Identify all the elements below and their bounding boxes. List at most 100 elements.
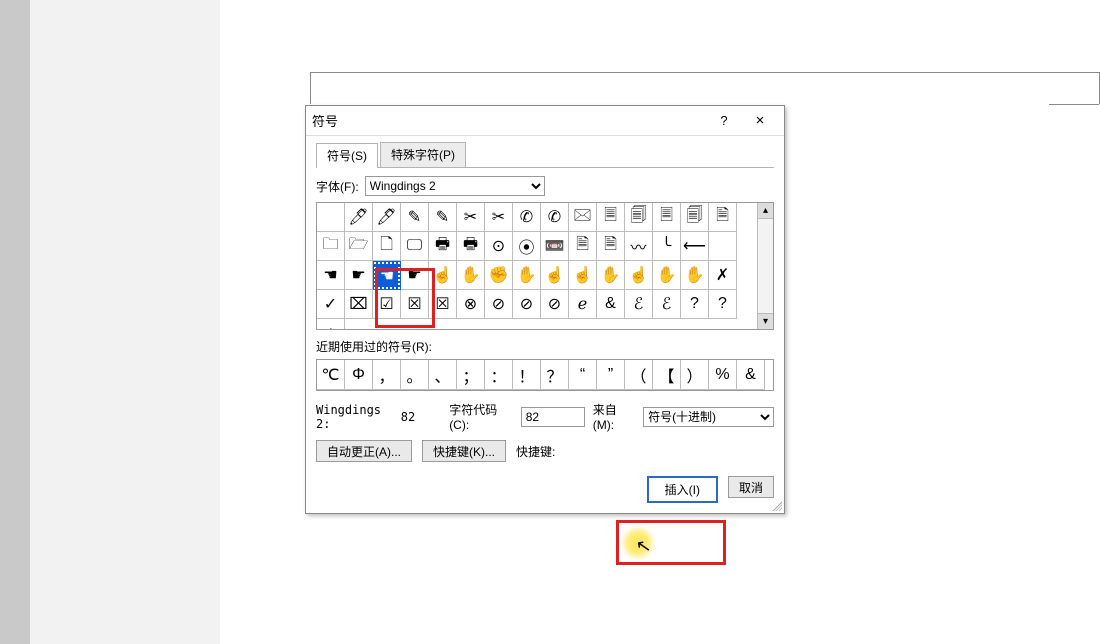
char-code-label: 字符代码(C):: [449, 401, 513, 432]
symbol-cell[interactable]: 🗏: [597, 203, 625, 232]
symbol-cell[interactable]: ⌧: [345, 290, 373, 319]
symbol-cell[interactable]: ☛: [401, 261, 429, 290]
symbol-cell[interactable]: ✗: [709, 261, 737, 290]
symbol-cell[interactable]: 🖊: [373, 203, 401, 232]
symbol-cell[interactable]: ☝: [625, 261, 653, 290]
symbol-cell[interactable]: ☛: [345, 261, 373, 290]
symbol-cell[interactable]: 🗀: [317, 232, 345, 261]
tab-special-chars[interactable]: 特殊字符(P): [380, 142, 466, 167]
scroll-track[interactable]: [758, 219, 773, 313]
recent-symbol-cell[interactable]: %: [709, 360, 737, 390]
symbol-cell[interactable]: ?: [709, 290, 737, 319]
symbol-cell[interactable]: [317, 203, 345, 232]
recent-symbol-cell[interactable]: 。: [401, 360, 429, 390]
recent-symbol-cell[interactable]: ℃: [317, 360, 345, 390]
symbol-cell[interactable]: ✋: [681, 261, 709, 290]
close-button[interactable]: ×: [742, 112, 778, 129]
symbol-cell[interactable]: ⊗: [457, 290, 485, 319]
symbol-cell[interactable]: 🖵: [401, 232, 429, 261]
symbol-cell[interactable]: 🗋: [373, 232, 401, 261]
symbol-cell[interactable]: ☝: [541, 261, 569, 290]
symbol-cell[interactable]: ☒: [401, 290, 429, 319]
symbol-cell[interactable]: ⊘: [485, 290, 513, 319]
symbol-cell[interactable]: ✋: [653, 261, 681, 290]
recent-symbol-cell[interactable]: ！: [513, 360, 541, 390]
recent-symbol-cell[interactable]: “: [569, 360, 597, 390]
insert-button[interactable]: 插入(I): [647, 476, 718, 503]
recent-symbol-cell[interactable]: ：: [485, 360, 513, 390]
symbol-cell[interactable]: ✆: [513, 203, 541, 232]
symbol-cell[interactable]: 🖶: [429, 232, 457, 261]
help-button[interactable]: ?: [706, 113, 742, 128]
symbol-cell[interactable]: ?: [681, 290, 709, 319]
symbol-cell[interactable]: ☑: [373, 290, 401, 319]
symbol-cell[interactable]: ⊙: [485, 232, 513, 261]
from-label: 来自(M):: [593, 401, 635, 432]
cancel-button[interactable]: 取消: [728, 476, 774, 498]
symbol-dialog: 符号 ? × 符号(S) 特殊字符(P) 字体(F): Wingdings 2 …: [305, 105, 785, 514]
symbol-cell[interactable]: &: [597, 290, 625, 319]
unicode-name: Wingdings 2: 82: [316, 403, 415, 431]
symbol-cell[interactable]: ✎: [401, 203, 429, 232]
symbol-cell[interactable]: ✋: [457, 261, 485, 290]
symbol-cell[interactable]: ✎: [429, 203, 457, 232]
symbol-cell[interactable]: ⊘: [541, 290, 569, 319]
symbol-cell[interactable]: ☚: [373, 261, 401, 290]
symbol-cell[interactable]: 📼: [541, 232, 569, 261]
autocorrect-button[interactable]: 自动更正(A)...: [316, 440, 412, 462]
symbol-cell[interactable]: 🗎: [597, 232, 625, 261]
from-select[interactable]: 符号(十进制): [643, 407, 774, 427]
symbol-cell[interactable]: 🗎: [709, 203, 737, 232]
symbol-cell[interactable]: ☚: [317, 261, 345, 290]
titlebar[interactable]: 符号 ? ×: [306, 106, 784, 136]
tab-symbols[interactable]: 符号(S): [316, 143, 378, 168]
symbol-cell[interactable]: [709, 232, 737, 261]
current-shortcut-label: 快捷键:: [516, 443, 555, 460]
symbol-cell[interactable]: ✊: [485, 261, 513, 290]
recent-symbol-cell[interactable]: &: [737, 360, 765, 390]
symbol-grid: 🖊🖊✎✎✂✂✆✆🖂🗏🗐🗏🗐🗎🗀🗁🗋🖵🖶🖶⊙⦿📼🗎🗎〰╰⟵☚☛☚☛☝✋✊✋☝☝✋☝…: [316, 202, 774, 330]
recent-symbol-cell[interactable]: ，: [373, 360, 401, 390]
symbol-cell[interactable]: ✋: [513, 261, 541, 290]
symbol-cell[interactable]: 🗏: [653, 203, 681, 232]
symbol-cell[interactable]: ☒: [429, 290, 457, 319]
recent-symbol-cell[interactable]: （: [625, 360, 653, 390]
symbol-cell[interactable]: ℯ: [569, 290, 597, 319]
scroll-up-button[interactable]: ▴: [758, 203, 773, 219]
recent-symbol-cell[interactable]: Φ: [345, 360, 373, 390]
symbol-cell[interactable]: ✓: [317, 290, 345, 319]
char-code-input[interactable]: [521, 407, 585, 427]
font-select[interactable]: Wingdings 2: [365, 176, 545, 196]
symbol-cell[interactable]: ⊘: [513, 290, 541, 319]
symbol-cell[interactable]: 🖊: [345, 203, 373, 232]
symbol-cell[interactable]: ✂: [457, 203, 485, 232]
symbol-cell[interactable]: ⦿: [513, 232, 541, 261]
symbol-cell[interactable]: 🗐: [625, 203, 653, 232]
recent-symbol-cell[interactable]: 、: [429, 360, 457, 390]
symbol-cell[interactable]: 🖶: [457, 232, 485, 261]
scroll-down-button[interactable]: ▾: [758, 313, 773, 329]
symbol-cell[interactable]: ╰: [653, 232, 681, 261]
symbol-cell[interactable]: 〰: [625, 232, 653, 261]
symbol-cell[interactable]: 🗎: [569, 232, 597, 261]
symbol-cell[interactable]: ☝: [569, 261, 597, 290]
symbol-cell[interactable]: ⟵: [681, 232, 709, 261]
symbol-cell[interactable]: 🗐: [681, 203, 709, 232]
recent-symbol-cell[interactable]: ；: [457, 360, 485, 390]
recent-symbol-cell[interactable]: ？: [541, 360, 569, 390]
symbol-cell[interactable]: 🗁: [345, 232, 373, 261]
shortcut-key-button[interactable]: 快捷键(K)...: [422, 440, 506, 462]
symbol-cell[interactable]: ℰ: [653, 290, 681, 319]
symbol-cell[interactable]: ✋: [597, 261, 625, 290]
symbol-cell[interactable]: ✆: [541, 203, 569, 232]
recent-symbol-cell[interactable]: ”: [597, 360, 625, 390]
symbol-cell[interactable]: 🖂: [569, 203, 597, 232]
recent-symbol-cell[interactable]: ）: [681, 360, 709, 390]
symbol-cell[interactable]: ℰ: [625, 290, 653, 319]
grid-scrollbar[interactable]: ▴ ▾: [757, 203, 773, 329]
symbol-cell[interactable]: ¿: [317, 319, 345, 329]
recent-symbol-cell[interactable]: 【: [653, 360, 681, 390]
resize-grip[interactable]: [770, 499, 782, 511]
symbol-cell[interactable]: ☝: [429, 261, 457, 290]
symbol-cell[interactable]: ✂: [485, 203, 513, 232]
